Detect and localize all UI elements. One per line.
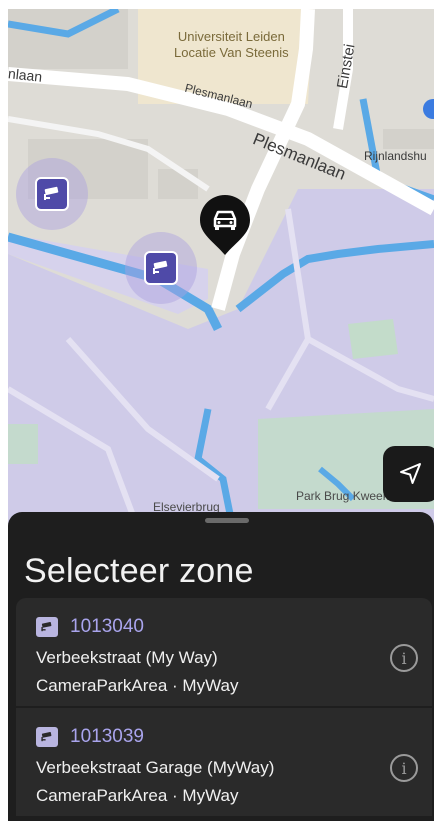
- camera-badge: [35, 177, 69, 211]
- zone-id-row: 1013039: [36, 726, 144, 748]
- map-label-rijnlandshu: Rijnlandshu: [364, 149, 427, 163]
- location-arrow-icon: [400, 463, 421, 484]
- zone-info-button[interactable]: i: [390, 644, 418, 672]
- info-icon: i: [401, 648, 407, 668]
- map-label-left-laan: nlaan: [8, 65, 44, 85]
- camera-icon: [41, 621, 52, 632]
- camera-zone-pin-2[interactable]: [125, 232, 197, 304]
- map-label-university: Universiteit Leiden Locatie Van Steenis: [174, 29, 289, 60]
- map-view[interactable]: Universiteit Leiden Locatie Van Steenis …: [8, 9, 434, 529]
- camera-icon: [44, 186, 59, 200]
- car-location-pin[interactable]: [198, 193, 252, 257]
- info-icon: i: [401, 758, 407, 778]
- camera-icon: [41, 731, 52, 742]
- camera-badge: [144, 251, 178, 285]
- car-icon: [200, 195, 250, 255]
- camera-icon: [153, 260, 168, 274]
- zone-name: Verbeekstraat Garage (MyWay): [36, 758, 275, 777]
- camera-zone-pin-1[interactable]: [16, 158, 88, 230]
- zone-list-item[interactable]: 1013040 Verbeekstraat (My Way) CameraPar…: [16, 598, 432, 708]
- map-background: [8, 9, 434, 529]
- zone-id-row: 1013040: [36, 616, 144, 638]
- zone-info-button[interactable]: i: [390, 754, 418, 782]
- zone-id: 1013039: [70, 726, 144, 747]
- zone-id: 1013040: [70, 616, 144, 637]
- zone-list-item[interactable]: 1013039 Verbeekstraat Garage (MyWay) Cam…: [16, 708, 432, 816]
- sheet-title: Selecteer zone: [24, 552, 254, 590]
- zone-selection-sheet: Selecteer zone 1013040 Verbeekstraat (My…: [8, 512, 434, 821]
- sheet-grabber-handle[interactable]: [205, 518, 249, 523]
- camera-zone-icon: [36, 617, 58, 637]
- camera-zone-icon: [36, 727, 58, 747]
- zone-name: Verbeekstraat (My Way): [36, 648, 218, 667]
- locate-me-button[interactable]: [383, 446, 434, 502]
- zone-type: CameraParkArea · MyWay: [36, 786, 239, 805]
- zone-type: CameraParkArea · MyWay: [36, 676, 239, 695]
- app-screen: Universiteit Leiden Locatie Van Steenis …: [0, 0, 438, 821]
